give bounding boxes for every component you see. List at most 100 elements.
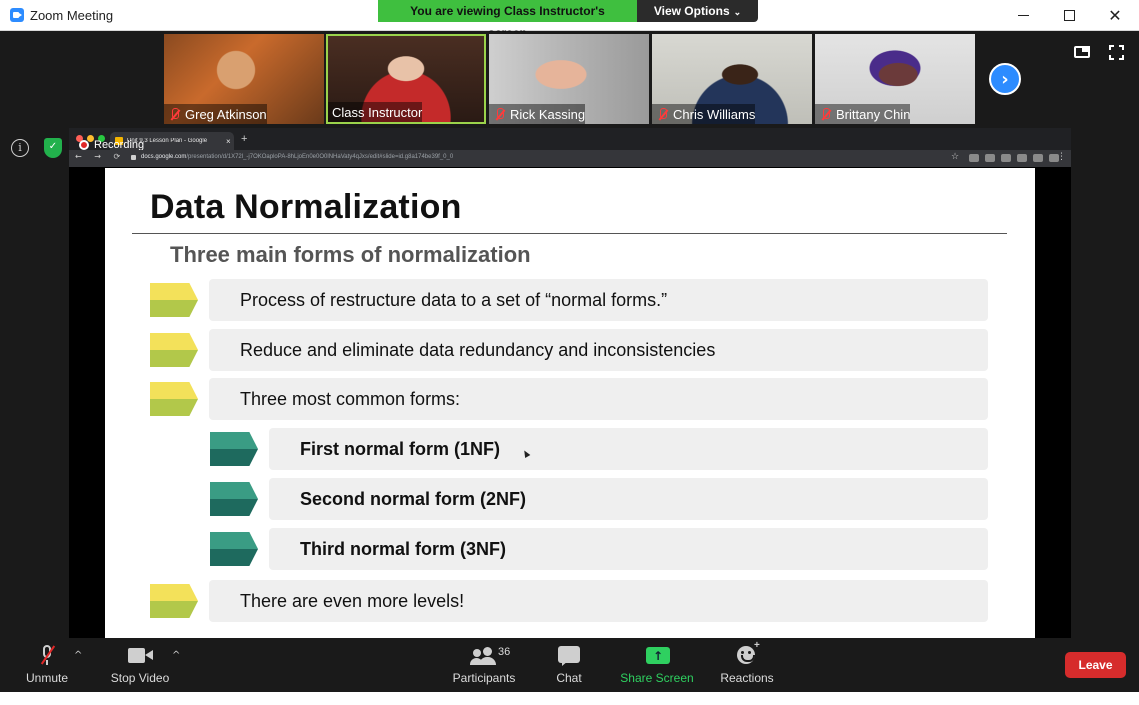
muted-microphone-icon [39, 645, 56, 667]
participant-name: Greg Atkinson [185, 106, 267, 122]
unmute-button[interactable]: Unmute ^ [18, 638, 82, 692]
shield-check-glyph: ✓ [48, 141, 58, 152]
fullscreen-icon[interactable] [1109, 45, 1124, 60]
view-options-button[interactable]: View Options ⌄ [637, 0, 758, 22]
close-icon: ✕ [1108, 6, 1122, 25]
yellow-arrow-icon [150, 584, 198, 618]
chat-label: Chat [556, 671, 582, 685]
share-screen-label: Share Screen [620, 671, 694, 685]
participant-strip: Greg Atkinson Class Instructor Rick Kass… [0, 32, 1139, 126]
sub-bullet-item: First normal form (1NF) [210, 428, 988, 470]
bullet-item: There are even more levels! [150, 580, 988, 622]
screen-share-banner: You are viewing Class Instructor's scree… [378, 0, 758, 40]
add-reaction-plus-icon: + [754, 640, 760, 651]
yellow-arrow-icon [150, 283, 198, 317]
chevron-down-icon: ⌄ [733, 7, 742, 17]
reactions-label: Reactions [720, 671, 774, 685]
zoom-meeting-window: Zoom Meeting You are viewing Class Instr… [0, 0, 1139, 705]
info-glyph: i [18, 141, 22, 154]
close-button[interactable]: ✕ [1092, 0, 1138, 31]
maximize-button[interactable] [1046, 0, 1092, 31]
stop-video-label: Stop Video [110, 671, 170, 685]
participant-name-bar: Rick Kassing [489, 104, 586, 124]
leave-meeting-button[interactable]: Leave [1065, 652, 1126, 678]
url-path: /presentation/d/1X72l_-j7OKOaploPA-8hLjo… [186, 154, 454, 160]
participant-tile-active-speaker[interactable]: Class Instructor [326, 34, 486, 124]
minimize-icon [1017, 15, 1029, 16]
chat-button[interactable]: Chat [548, 638, 590, 692]
browser-tab-strip: Unit 9.3 Lesson Plan - Google × + Record… [69, 128, 1071, 151]
participant-tile[interactable]: Brittany Chin [815, 34, 975, 124]
participant-name-bar: Brittany Chin [815, 104, 911, 124]
muted-mic-icon [656, 107, 670, 121]
smiley-icon [737, 646, 755, 664]
muted-mic-icon [819, 107, 833, 121]
participant-name: Rick Kassing [510, 106, 586, 122]
muted-mic-icon [168, 107, 182, 121]
participants-button[interactable]: 36 Participants [448, 638, 520, 692]
bullet-text: There are even more levels! [240, 591, 465, 611]
recording-dot-icon [79, 140, 89, 150]
participant-name-bar: Chris Williams [652, 104, 756, 124]
layout-toggle-icon[interactable] [1074, 46, 1090, 58]
participant-name: Brittany Chin [836, 106, 911, 122]
maximize-icon [1063, 10, 1075, 21]
participant-name-bar: Greg Atkinson [164, 104, 267, 124]
presentation-slide: Data Normalization Three main forms of n… [105, 168, 1035, 638]
title-bar: Zoom Meeting You are viewing Class Instr… [0, 0, 1139, 40]
url-domain: docs.google.com [141, 154, 187, 160]
title-divider [132, 233, 1007, 234]
bullet-item: Three most common forms: [150, 378, 988, 420]
bullet-item: Process of restructure data to a set of … [150, 279, 988, 321]
bullet-text: Three most common forms: [240, 389, 461, 409]
stop-video-button[interactable]: Stop Video ^ [104, 638, 180, 692]
minimize-button[interactable] [1000, 0, 1046, 31]
meeting-info-icon[interactable]: i [11, 139, 29, 157]
yellow-arrow-icon [150, 382, 198, 416]
browser-menu-icon: ⋮ [1057, 152, 1066, 162]
participant-tile[interactable]: Chris Williams [652, 34, 812, 124]
participant-name-bar: Class Instructor [328, 102, 423, 122]
unmute-label: Unmute [25, 671, 69, 685]
teal-arrow-icon [210, 482, 258, 516]
audio-options-caret-icon[interactable]: ^ [74, 650, 82, 661]
new-tab-icon: + [241, 133, 248, 145]
video-options-caret-icon[interactable]: ^ [172, 650, 180, 661]
bookmark-star-icon: ☆ [951, 152, 960, 162]
share-screen-button[interactable]: ↑ Share Screen [617, 638, 697, 692]
sub-bullet-item: Second normal form (2NF) [210, 478, 988, 520]
next-participants-button[interactable]: › [989, 63, 1021, 95]
chevron-right-icon: › [1001, 68, 1009, 90]
browser-extension-icons [969, 154, 1059, 162]
participants-count: 36 [498, 646, 511, 658]
video-camera-icon [128, 648, 154, 664]
teal-arrow-icon [210, 432, 258, 466]
bullet-text: Third normal form (3NF) [300, 539, 506, 559]
participants-icon [470, 647, 498, 665]
reactions-button[interactable]: + Reactions [716, 638, 778, 692]
share-banner-text: You are viewing Class Instructor's scree… [378, 0, 637, 40]
chat-bubble-icon [558, 646, 580, 666]
bullet-item: Reduce and eliminate data redundancy and… [150, 329, 988, 371]
bullet-text: Second normal form (2NF) [300, 489, 527, 509]
lock-icon [131, 155, 136, 160]
browser-address-bar: ← → ⟳ docs.google.com/presentation/d/1X7… [69, 150, 1071, 167]
view-options-label: View Options [653, 4, 730, 18]
tab-close-icon: × [226, 136, 231, 146]
teal-arrow-icon [210, 532, 258, 566]
encryption-shield-icon[interactable]: ✓ [44, 138, 62, 158]
slide-title: Data Normalization [150, 188, 462, 226]
bullet-text: Process of restructure data to a set of … [240, 290, 668, 310]
slide-subtitle: Three main forms of normalization [170, 242, 531, 267]
window-bottom-edge [0, 692, 1139, 705]
bullet-text: First normal form (1NF) [300, 439, 501, 459]
share-screen-icon: ↑ [646, 647, 670, 664]
participant-tile[interactable]: Rick Kassing [489, 34, 649, 124]
participant-tile[interactable]: Greg Atkinson [164, 34, 324, 124]
bullet-text: Reduce and eliminate data redundancy and… [240, 340, 716, 360]
url-text: docs.google.com/presentation/d/1X72l_-j7… [141, 154, 453, 160]
sub-bullet-item: Third normal form (3NF) [210, 528, 988, 570]
participants-label: Participants [452, 671, 516, 685]
muted-mic-icon [493, 107, 507, 121]
participant-name: Chris Williams [673, 106, 756, 122]
